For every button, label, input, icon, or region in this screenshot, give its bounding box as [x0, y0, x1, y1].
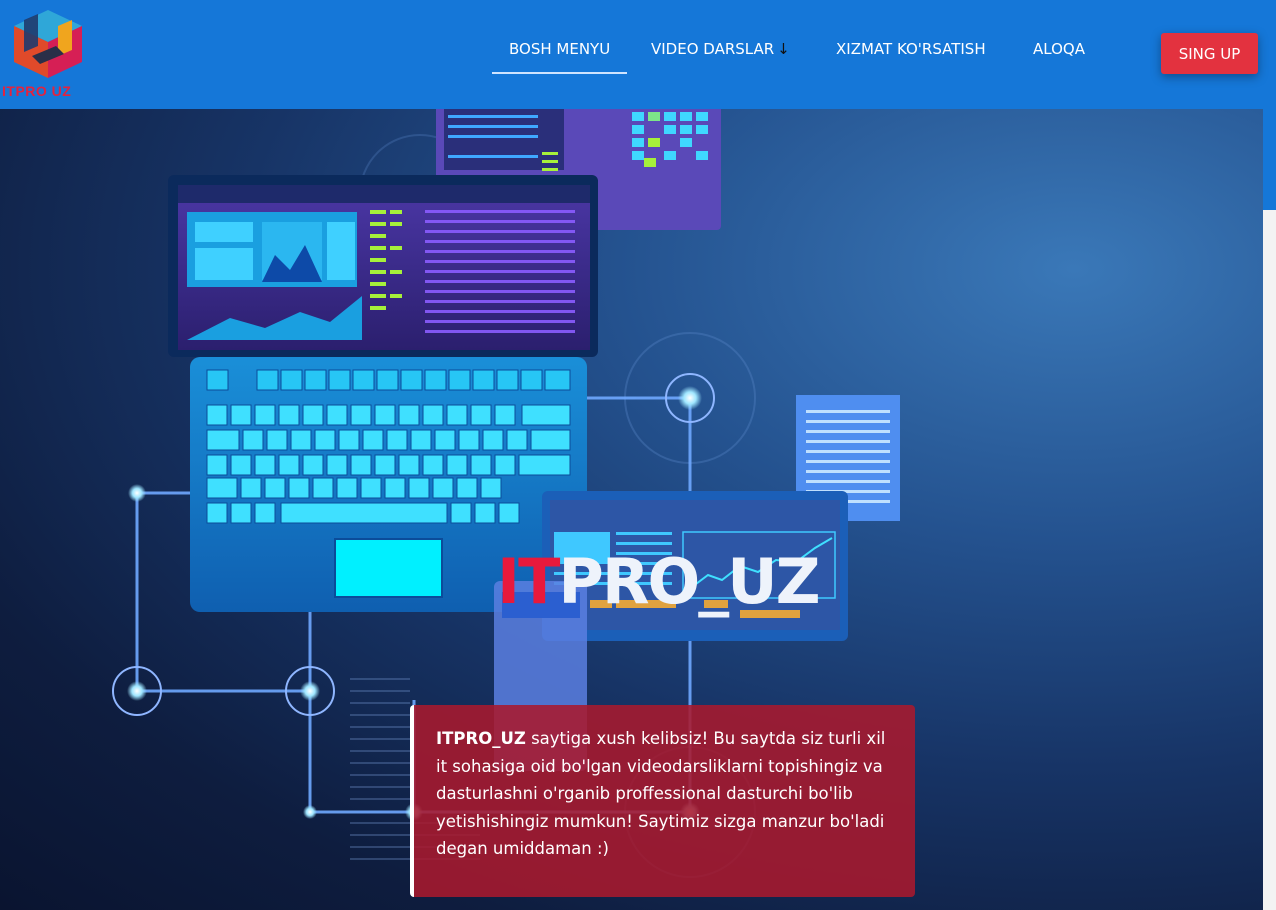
- hero-title-accent: IT: [497, 545, 560, 618]
- welcome-box: ITPRO_UZ saytiga xush kelibsiz! Bu saytd…: [410, 705, 915, 897]
- nav-bosh-menyu[interactable]: BOSH MENYU: [491, 40, 628, 74]
- site-logo[interactable]: ITPRO UZ: [2, 6, 98, 102]
- nav-aloqa[interactable]: ALOQA: [1033, 40, 1085, 58]
- cube-logo-icon: [14, 10, 82, 78]
- nav-video-darslar[interactable]: VIDEO DARSLAR ↓: [651, 40, 790, 58]
- welcome-text: ITPRO_UZ saytiga xush kelibsiz! Bu saytd…: [436, 725, 897, 863]
- welcome-brand: ITPRO_UZ: [436, 729, 526, 748]
- arrow-down-icon: ↓: [777, 40, 790, 58]
- welcome-body: saytiga xush kelibsiz! Bu saytda siz tur…: [436, 729, 886, 858]
- page-scroll-edge: [1263, 109, 1276, 910]
- hero-title: ITPRO_UZ: [497, 545, 821, 618]
- navbar-edge: [1263, 109, 1276, 210]
- hero-title-rest: PRO_UZ: [558, 545, 820, 618]
- nav-xizmat-korsatish[interactable]: XIZMAT KO'RSATISH: [836, 40, 986, 58]
- nav-video-darslar-label: VIDEO DARSLAR: [651, 40, 775, 58]
- logo-text: ITPRO UZ: [2, 83, 72, 99]
- navbar: ITPRO UZ BOSH MENYU VIDEO DARSLAR ↓ XIZMA…: [0, 0, 1276, 109]
- signup-button[interactable]: SING UP: [1161, 33, 1258, 74]
- hero-banner: ITPRO_UZ ITPRO_UZ saytiga xush kelibsiz!…: [0, 109, 1263, 910]
